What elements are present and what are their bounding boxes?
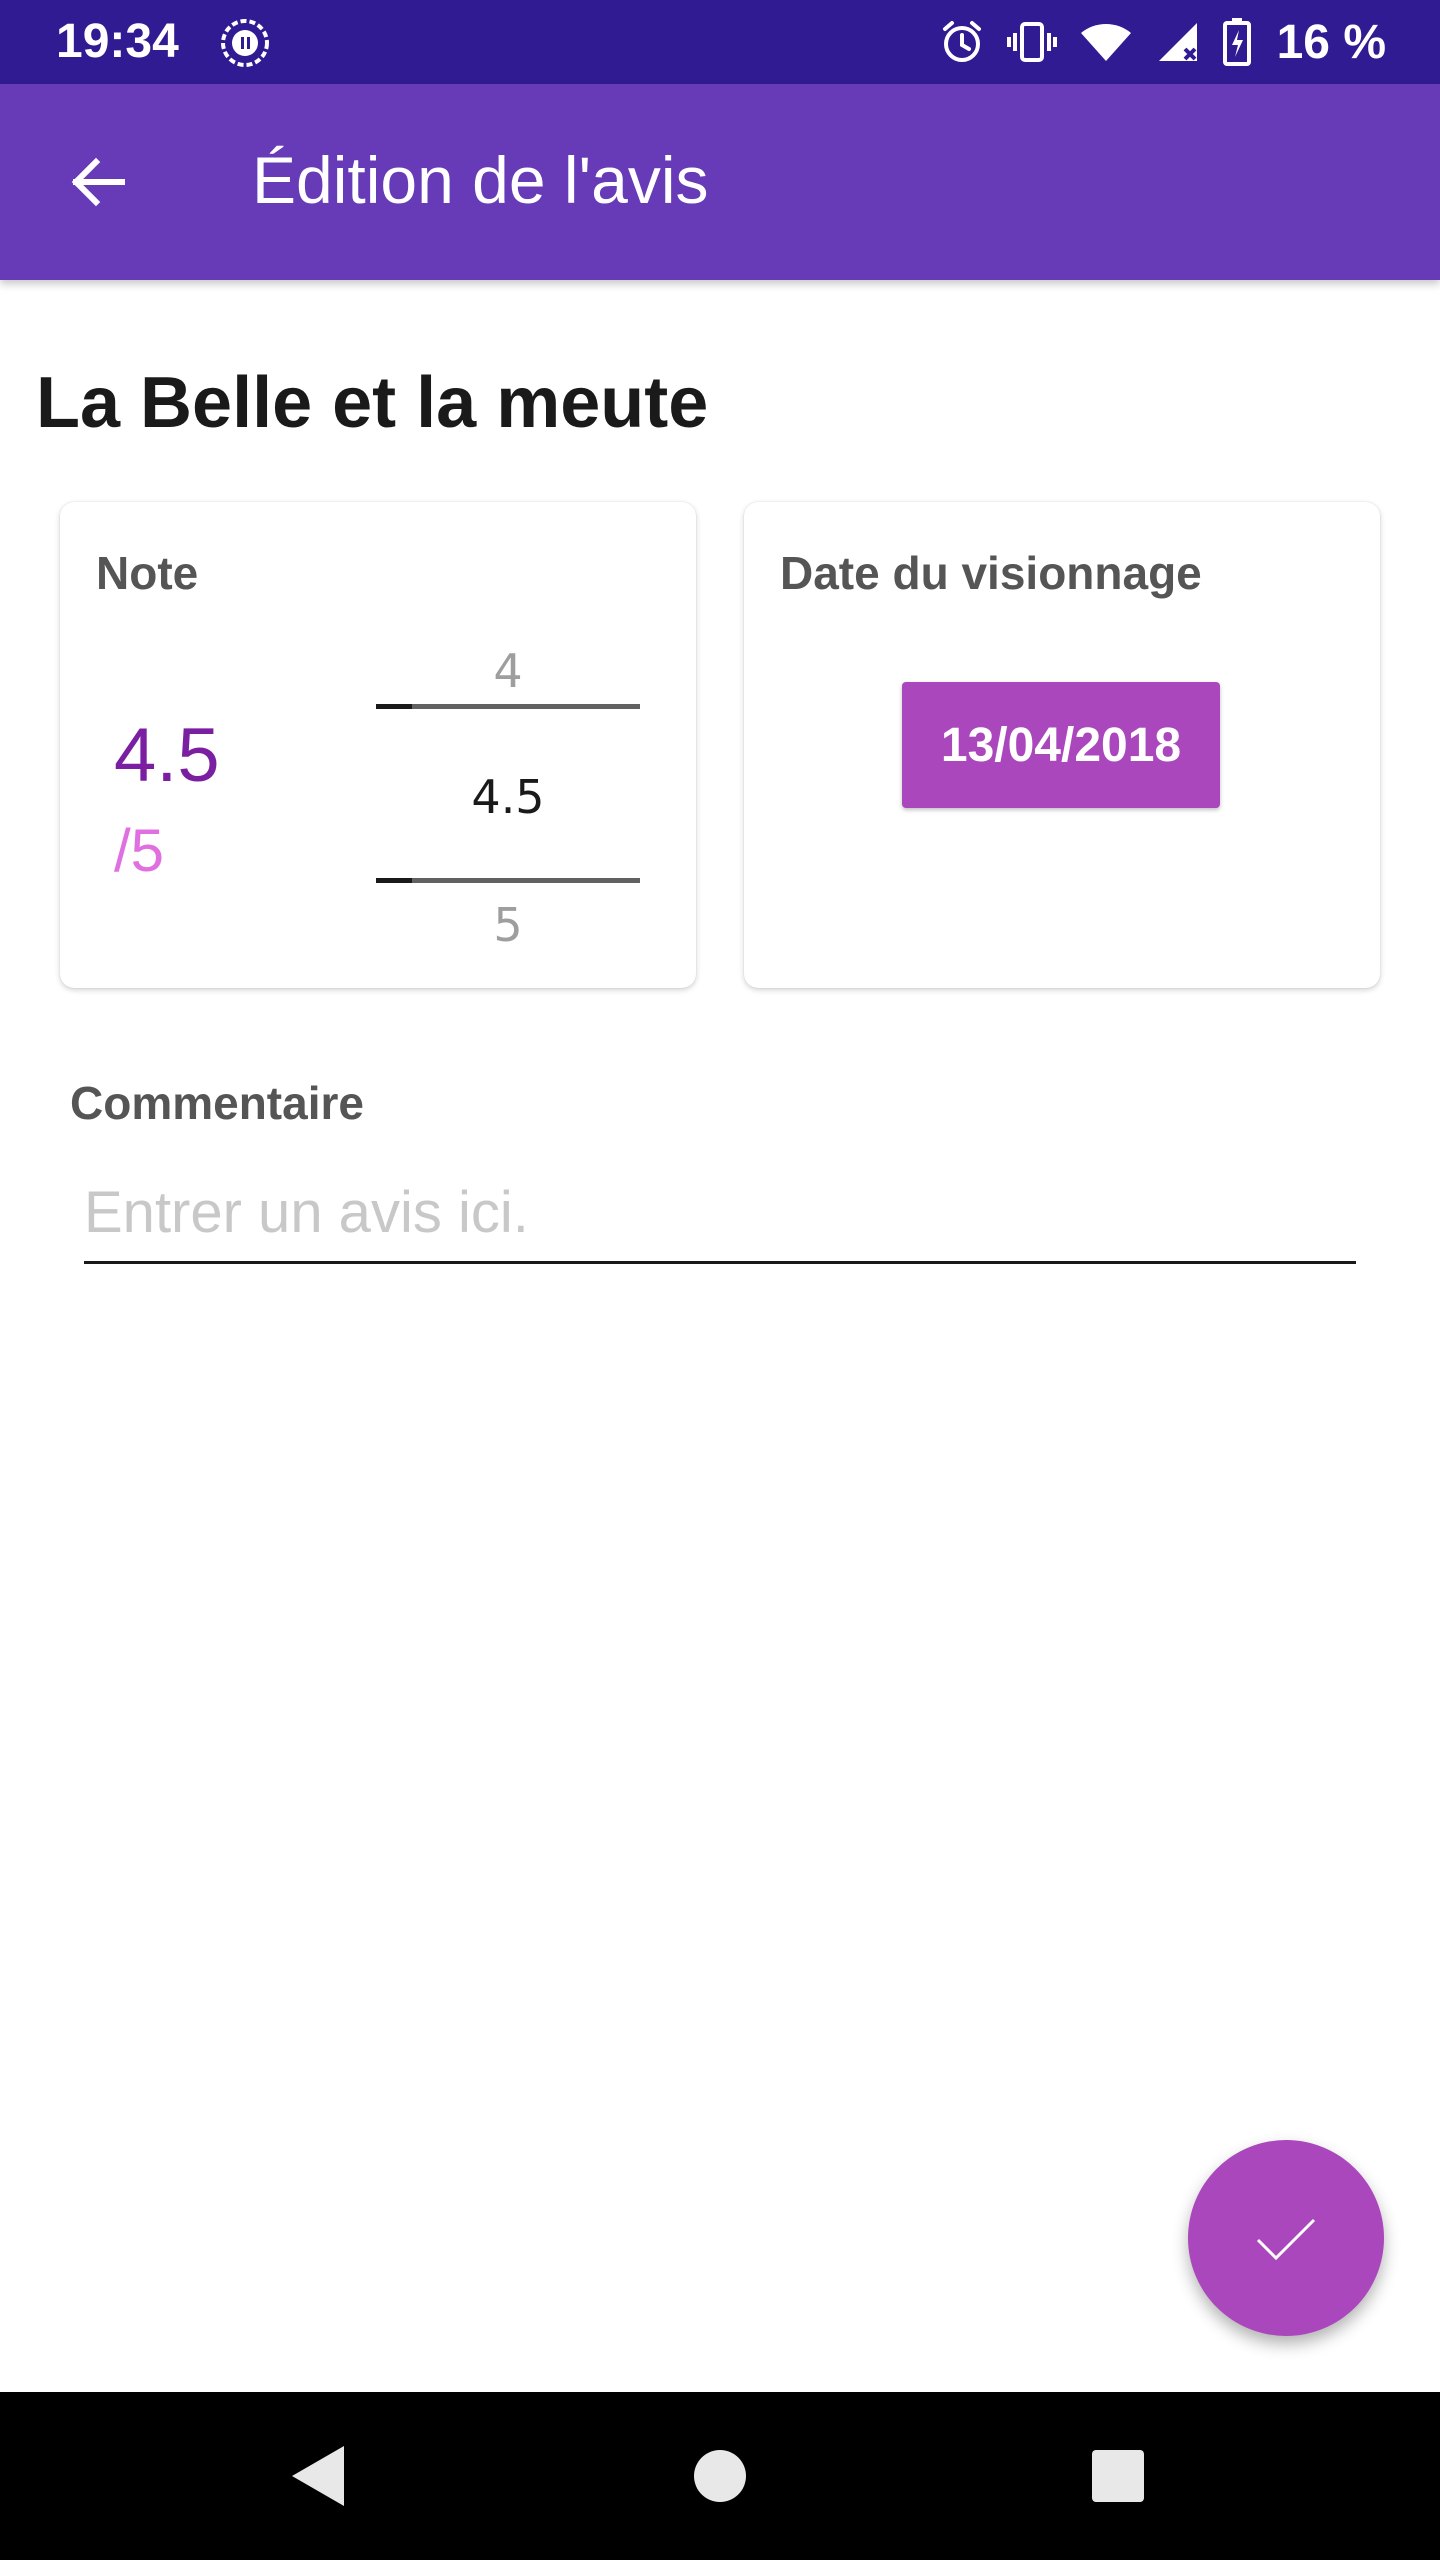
nav-recents-icon bbox=[1092, 2450, 1144, 2502]
date-label: Date du visionnage bbox=[780, 547, 1202, 599]
picker-previous-value[interactable]: 4 bbox=[376, 644, 640, 698]
signal-icon bbox=[1155, 19, 1201, 65]
nav-back-button[interactable] bbox=[278, 2436, 358, 2516]
vibrate-icon bbox=[1006, 19, 1057, 65]
battery-percent: 16 % bbox=[1276, 15, 1386, 69]
nav-recents-button[interactable] bbox=[1078, 2436, 1158, 2516]
picker-divider-bottom bbox=[376, 878, 640, 883]
rating-value: 4.5 bbox=[114, 713, 220, 798]
page-title: Édition de l'avis bbox=[252, 143, 709, 217]
battery-charging-icon bbox=[1222, 18, 1251, 66]
picker-current-value[interactable]: 4.5 bbox=[376, 770, 640, 824]
comment-label: Commentaire bbox=[70, 1077, 364, 1129]
movie-title: La Belle et la meute bbox=[36, 363, 709, 443]
picker-divider-top bbox=[376, 704, 640, 709]
nav-home-button[interactable] bbox=[680, 2436, 760, 2516]
arrow-back-icon bbox=[71, 157, 125, 207]
save-fab-button[interactable] bbox=[1188, 2140, 1384, 2336]
alarm-icon bbox=[939, 19, 985, 65]
status-bar: 19:34 16 % bbox=[0, 0, 1440, 84]
status-icons: 16 % bbox=[939, 14, 1386, 70]
picker-next-value[interactable]: 5 bbox=[376, 898, 640, 952]
nav-home-icon bbox=[694, 2450, 746, 2502]
nav-back-icon bbox=[292, 2446, 344, 2506]
rating-card: Note 4.5 /5 4 4.5 5 bbox=[60, 502, 696, 988]
rating-number-picker[interactable]: 4 4.5 5 bbox=[376, 622, 640, 982]
screen: 19:34 16 % Édition de l'avis La Belle et… bbox=[0, 0, 1440, 2560]
date-card: Date du visionnage 13/04/2018 bbox=[744, 502, 1380, 988]
comment-input[interactable] bbox=[84, 1164, 1356, 1264]
navigation-bar bbox=[0, 2392, 1440, 2560]
rating-scale: /5 bbox=[114, 817, 165, 884]
date-picker-button[interactable]: 13/04/2018 bbox=[902, 682, 1220, 808]
status-time: 19:34 bbox=[56, 15, 179, 68]
app-bar: Édition de l'avis bbox=[0, 84, 1440, 280]
app-notification-icon bbox=[218, 16, 272, 70]
back-button[interactable] bbox=[50, 134, 146, 230]
wifi-icon bbox=[1079, 19, 1133, 65]
rating-label: Note bbox=[96, 547, 199, 599]
check-icon bbox=[1256, 2218, 1316, 2261]
